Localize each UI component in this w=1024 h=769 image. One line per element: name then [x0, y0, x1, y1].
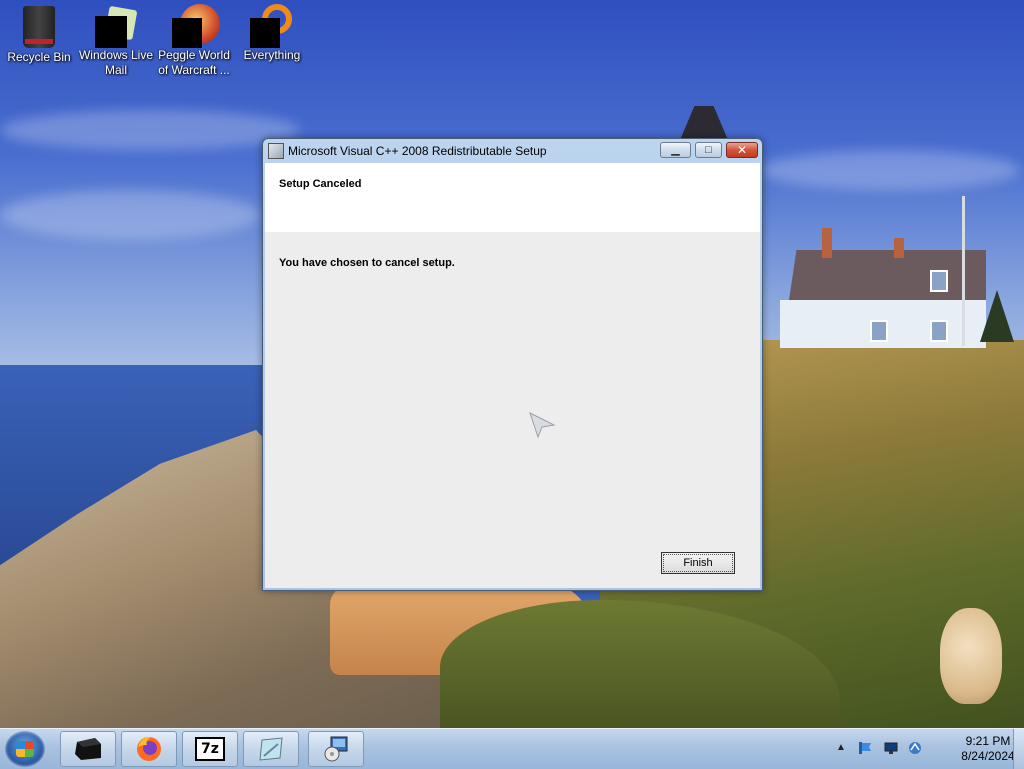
wallpaper-cloud	[0, 110, 300, 150]
setup-installer-icon	[324, 736, 348, 762]
desktop-icon-label: Peggle World	[158, 48, 230, 62]
desktop-icon-label: Windows Live	[78, 48, 154, 62]
house-roof	[788, 250, 986, 305]
desktop-icon-everything[interactable]: Everything	[233, 2, 311, 63]
icon-part	[250, 18, 280, 48]
display-icon[interactable]	[884, 741, 898, 755]
maximize-icon: □	[705, 144, 712, 156]
show-hidden-icons-chevron[interactable]: ▲	[836, 742, 846, 753]
firefox-icon	[137, 737, 161, 761]
house-window	[930, 320, 948, 342]
network-icon[interactable]	[908, 741, 922, 755]
house-window	[870, 320, 888, 342]
clock-date: 8/24/2024	[961, 749, 1015, 763]
taskbar-button-notepad[interactable]	[243, 731, 299, 767]
taskbar-button-setup[interactable]	[308, 731, 364, 767]
taskbar-button-media-app[interactable]	[60, 731, 116, 767]
windows-start-icon	[16, 741, 34, 757]
start-button[interactable]	[5, 731, 45, 767]
house-chimney	[822, 228, 832, 258]
finish-button-label: Finish	[663, 554, 733, 572]
hamster-gadget[interactable]	[940, 608, 1002, 704]
show-desktop-button[interactable]	[1013, 729, 1024, 769]
black-box-icon	[75, 738, 101, 760]
icon-part	[172, 18, 202, 48]
minimize-icon: ▁	[671, 144, 680, 156]
clock[interactable]: 9:21 PM 8/24/2024	[954, 734, 1022, 764]
everything-search-icon	[250, 4, 294, 48]
icon-part	[95, 16, 127, 48]
system-tray: ▲ 9:21 PM 8/24/2024	[834, 729, 1024, 769]
desktop-icon-label: Recycle Bin	[7, 50, 71, 64]
dialog-client-area: Setup Canceled You have chosen to cancel…	[265, 163, 760, 588]
peggle-icon	[172, 4, 220, 48]
close-button[interactable]: ✕	[726, 142, 758, 158]
dialog-banner: Setup Canceled	[265, 163, 760, 232]
desktop-icon-label-2: of Warcraft ...	[158, 63, 230, 77]
setup-app-icon[interactable]	[268, 143, 284, 159]
desktop-icon-label: Everything	[243, 48, 301, 62]
close-icon: ✕	[736, 143, 748, 157]
taskbar-button-7zip[interactable]: 7z	[182, 731, 238, 767]
taskbar: 7z ▲ 9:21 PM 8/24/2024	[0, 728, 1024, 769]
banner-title: Setup Canceled	[279, 178, 362, 190]
wallpaper-cloud	[0, 190, 260, 240]
clock-time: 9:21 PM	[965, 734, 1011, 748]
setup-dialog: Microsoft Visual C++ 2008 Redistributabl…	[262, 138, 763, 591]
wallpaper-cloud	[760, 150, 1020, 190]
house-chimney	[894, 238, 904, 258]
desktop-icon-label-2: Mail	[104, 63, 127, 77]
house-window	[930, 270, 948, 292]
wallpaper-house	[780, 228, 986, 348]
desktop-icon-peggle[interactable]: Peggle World of Warcraft ...	[155, 2, 233, 78]
minimize-button[interactable]: ▁	[660, 142, 691, 158]
dialog-titlebar[interactable]: Microsoft Visual C++ 2008 Redistributabl…	[263, 139, 762, 163]
flag-icon[interactable]	[858, 741, 872, 755]
mouse-cursor-icon	[529, 412, 556, 439]
desktop-icon-recycle-bin[interactable]: Recycle Bin	[0, 2, 78, 65]
dialog-title: Microsoft Visual C++ 2008 Redistributabl…	[288, 144, 547, 158]
desktop-icon-windows-live-mail[interactable]: Windows Live Mail	[77, 2, 155, 78]
recycle-bin-icon	[23, 6, 55, 48]
windows-live-mail-icon	[95, 5, 138, 48]
7zip-icon: 7z	[195, 737, 225, 761]
maximize-button[interactable]: □	[695, 142, 722, 158]
wallpaper-flagpole	[962, 196, 965, 346]
finish-button[interactable]: Finish	[661, 552, 735, 574]
cancel-message: You have chosen to cancel setup.	[279, 257, 455, 269]
taskbar-button-firefox[interactable]	[121, 731, 177, 767]
7zip-icon-text: 7z	[201, 741, 219, 757]
notepad-icon	[259, 737, 283, 761]
